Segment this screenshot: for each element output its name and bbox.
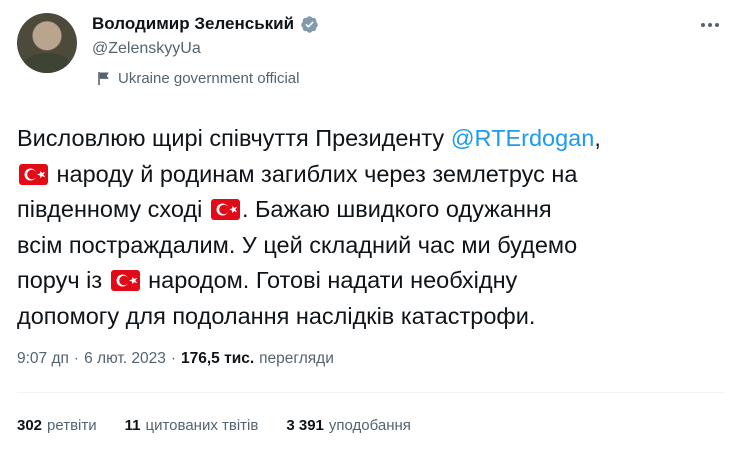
meta-separator: · (73, 350, 80, 367)
tweet-text: Висловлюю щирі співчуття Президенту @RTE… (17, 121, 727, 334)
views-count: 176,5 тис. (181, 350, 255, 367)
affiliation-text: Ukraine government official (118, 70, 300, 87)
engagement-stats: 302 ретвіти 11 цитованих твітів 3 391 уподо… (17, 417, 439, 434)
turkey-flag-icon (19, 163, 48, 185)
verified-badge-icon (300, 15, 319, 34)
author-handle[interactable]: @ZelenskyyUa (92, 40, 201, 58)
views-label: перегляди (259, 350, 334, 367)
tweet-line: південному сході . Бажаю швидкого одужан… (17, 196, 552, 222)
divider (17, 392, 723, 393)
turkey-flag-icon (110, 270, 140, 291)
tweet-meta: 9:07 дп · 6 лют. 2023 · 176,5 тис. перег… (17, 350, 334, 368)
tweet-time[interactable]: 9:07 дп (17, 350, 69, 368)
tweet-line: Висловлюю щирі співчуття Президенту @RTE… (17, 125, 601, 151)
tweet-line: всім постраждалим. У цей складний час ми… (17, 231, 578, 258)
likes-stat[interactable]: 3 391 уподобання (286, 417, 411, 434)
author-name[interactable]: Володимир Зеленський (92, 14, 294, 34)
affiliation-label[interactable]: Ukraine government official (97, 70, 299, 87)
mention-link[interactable]: @RTErdogan (451, 125, 595, 151)
turkey-flag-icon (210, 199, 240, 220)
author-name-row: Володимир Зеленський (92, 14, 319, 34)
meta-separator: · (170, 350, 176, 367)
tweet-line: народу й родинам загиблих через землетру… (17, 157, 727, 193)
tweet-line: поруч із народом. Готові надати необхідн… (17, 267, 518, 293)
avatar[interactable] (17, 13, 77, 73)
tweet-line: допомогу для подолання наслідків катастр… (17, 302, 536, 329)
government-flag-icon (97, 71, 111, 86)
tweet-date[interactable]: 6 лют. 2023 (84, 350, 166, 368)
avatar-shirt (23, 53, 71, 73)
more-options-icon[interactable] (690, 14, 730, 36)
quote-tweets-stat[interactable]: 11 цитованих твітів (125, 417, 259, 434)
retweets-stat[interactable]: 302 ретвіти (17, 417, 97, 434)
